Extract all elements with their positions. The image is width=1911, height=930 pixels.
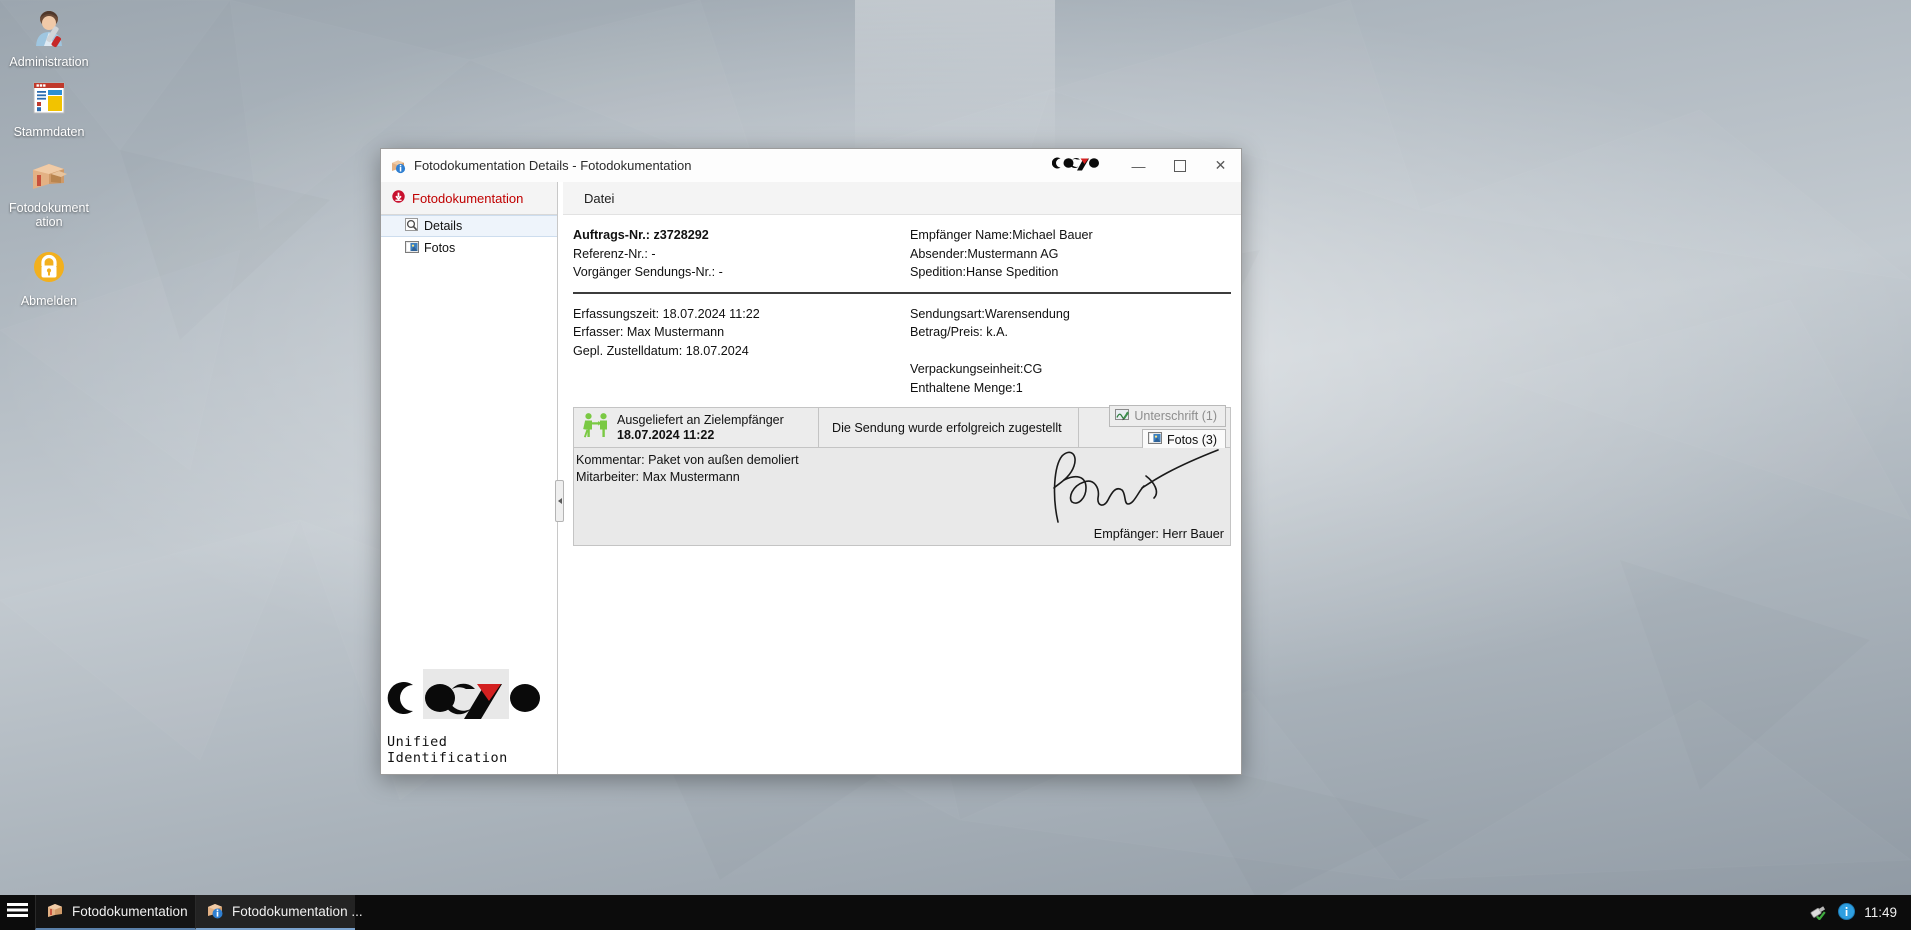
parcel-box-icon — [27, 152, 71, 196]
signature-panel: Kommentar: Paket von außen demoliert Mit… — [573, 448, 1231, 546]
info-circle-icon[interactable] — [1838, 902, 1856, 923]
desktop-icon-label: Abmelden — [20, 294, 78, 308]
taskbar-clock[interactable]: 11:49 — [1864, 905, 1897, 920]
details-main-panel: Datei Auftrags-Nr.: z3728292 Referenz-Nr… — [563, 182, 1241, 774]
parcel-info-icon — [206, 901, 224, 922]
order-number: Auftrags-Nr.: z3728292 — [573, 228, 709, 242]
window-close-button[interactable]: ✕ — [1200, 150, 1241, 182]
delivery-status-timestamp: 18.07.2024 11:22 — [617, 427, 715, 442]
desktop-icon-abmelden[interactable]: Abmelden — [3, 245, 95, 308]
desktop-icon-fotodokumentation[interactable]: Fotodokument ation — [3, 152, 95, 229]
window-body: Fotodokumentation Details Fotos Unified … — [381, 182, 1241, 774]
amount-price: Betrag/Preis: k.A. — [910, 325, 1008, 339]
left-navigation-panel: Fotodokumentation Details Fotos Unified … — [381, 182, 558, 774]
nav-header-label: Fotodokumentation — [412, 190, 524, 206]
start-menu-button[interactable] — [0, 895, 35, 930]
shipment-type: Sendungsart:Warensendung — [910, 306, 1070, 321]
delivery-status-title: Ausgeliefert an Zielempfänger — [617, 412, 784, 427]
photo-icon — [405, 240, 419, 256]
magnifier-icon — [405, 217, 419, 235]
handover-people-icon — [583, 412, 609, 443]
desktop-icon-stammdaten[interactable]: Stammdaten — [3, 76, 95, 139]
window-title: Fotodokumentation Details - Fotodokument… — [414, 158, 692, 173]
desktop-icon-label: Administration — [9, 55, 89, 69]
parcel-box-icon — [46, 901, 64, 922]
lock-icon — [27, 245, 71, 289]
sender-name: Absender:Mustermann AG — [910, 246, 1059, 261]
taskbar-item-fotodokumentation[interactable]: Fotodokumentation — [35, 895, 195, 930]
signature-pen-icon — [1115, 408, 1130, 424]
meta-right-column: Sendungsart:Warensendung Betrag/Preis: k… — [902, 305, 1231, 398]
panel-splitter[interactable] — [555, 182, 564, 774]
desktop-background: Administration Stammdaten Fotodokument a… — [0, 0, 1911, 930]
menubar: Datei — [563, 182, 1241, 215]
fotodokumentation-details-window: Fotodokumentation Details - Fotodokument… — [380, 148, 1242, 775]
delivery-status-text: Ausgeliefert an Zielempfänger 18.07.2024… — [617, 413, 784, 443]
packaging-unit: Verpackungseinheit:CG — [910, 362, 1043, 376]
signature-caption: Empfänger: Herr Bauer — [1093, 527, 1224, 541]
reference-number: Referenz-Nr.: - — [573, 246, 656, 261]
taskbar-item-label: Fotodokumentation — [72, 904, 188, 919]
window-titlebar[interactable]: Fotodokumentation Details - Fotodokument… — [381, 149, 1241, 182]
master-data-icon — [27, 76, 71, 120]
meta-left-column: Erfassungszeit: 18.07.2024 11:22 Erfasse… — [573, 305, 902, 398]
download-circle-icon — [392, 190, 405, 206]
predecessor-shipment-number: Vorgänger Sendungs-Nr.: - — [573, 265, 723, 279]
sidebar-item-details[interactable]: Details — [381, 215, 557, 237]
window-minimize-button[interactable]: — — [1118, 150, 1159, 182]
identity-left-column: Auftrags-Nr.: z3728292 Referenz-Nr.: - V… — [573, 226, 902, 282]
shipment-identity-block: Auftrags-Nr.: z3728292 Referenz-Nr.: - V… — [563, 215, 1241, 292]
tab-unterschrift-label: Unterschrift (1) — [1134, 409, 1217, 423]
taskbar-item-label: Fotodokumentation ... — [232, 904, 363, 919]
nav-header-fotodokumentation[interactable]: Fotodokumentation — [381, 182, 557, 215]
cosys-logo-tagline: Unified Identification — [387, 734, 508, 766]
desktop-light-column — [855, 0, 1055, 160]
sidebar-item-label: Details — [424, 219, 463, 233]
network-plug-icon[interactable] — [1810, 903, 1829, 923]
taskbar-item-fotodokumentation-details[interactable]: Fotodokumentation ... — [195, 895, 363, 930]
capturer: Erfasser: Max Mustermann — [573, 325, 725, 339]
window-maximize-button[interactable] — [1159, 150, 1200, 182]
delivery-status-message: Die Sendung wurde erfolgreich zugestellt — [819, 408, 1079, 447]
delivery-status-cell: Ausgeliefert an Zielempfänger 18.07.2024… — [574, 408, 819, 447]
signature-image — [1053, 449, 1219, 523]
meta-spacer — [910, 342, 1231, 361]
splitter-collapse-handle[interactable] — [555, 480, 564, 522]
cosys-logo-block: Unified Identification — [381, 669, 558, 766]
desktop-icon-label: Fotodokument ation — [9, 201, 89, 229]
cosys-logo-small — [1051, 155, 1102, 176]
parcel-info-icon — [390, 157, 407, 174]
chevron-left-icon — [557, 498, 562, 504]
forwarder-name: Spedition:Hanse Spedition — [910, 265, 1059, 279]
contained-quantity: Enthaltene Menge:1 — [910, 380, 1023, 395]
sidebar-item-label: Fotos — [424, 241, 456, 255]
capture-time: Erfassungszeit: 18.07.2024 11:22 — [573, 306, 760, 321]
details-content: Auftrags-Nr.: z3728292 Referenz-Nr.: - V… — [563, 215, 1241, 774]
menu-item-datei[interactable]: Datei — [577, 188, 621, 209]
sidebar-item-fotos[interactable]: Fotos — [381, 237, 557, 259]
taskbar: Fotodokumentation Fotodokumentation ... — [0, 895, 1911, 930]
desktop-icon-label: Stammdaten — [13, 125, 85, 139]
menu-hamburger-icon — [7, 902, 28, 923]
recipient-name: Empfänger Name:Michael Bauer — [910, 228, 1093, 242]
tab-unterschrift[interactable]: Unterschrift (1) — [1109, 405, 1226, 427]
shipment-meta-block: Erfassungszeit: 18.07.2024 11:22 Erfasse… — [563, 294, 1241, 408]
system-tray: 11:49 — [1800, 895, 1911, 930]
cosys-logo-large — [387, 669, 540, 719]
identity-right-column: Empfänger Name:Michael Bauer Absender:Mu… — [902, 226, 1231, 282]
planned-delivery-date: Gepl. Zustelldatum: 18.07.2024 — [573, 343, 749, 358]
desktop-icon-administration[interactable]: Administration — [3, 6, 95, 69]
admin-wrench-icon — [27, 6, 71, 50]
